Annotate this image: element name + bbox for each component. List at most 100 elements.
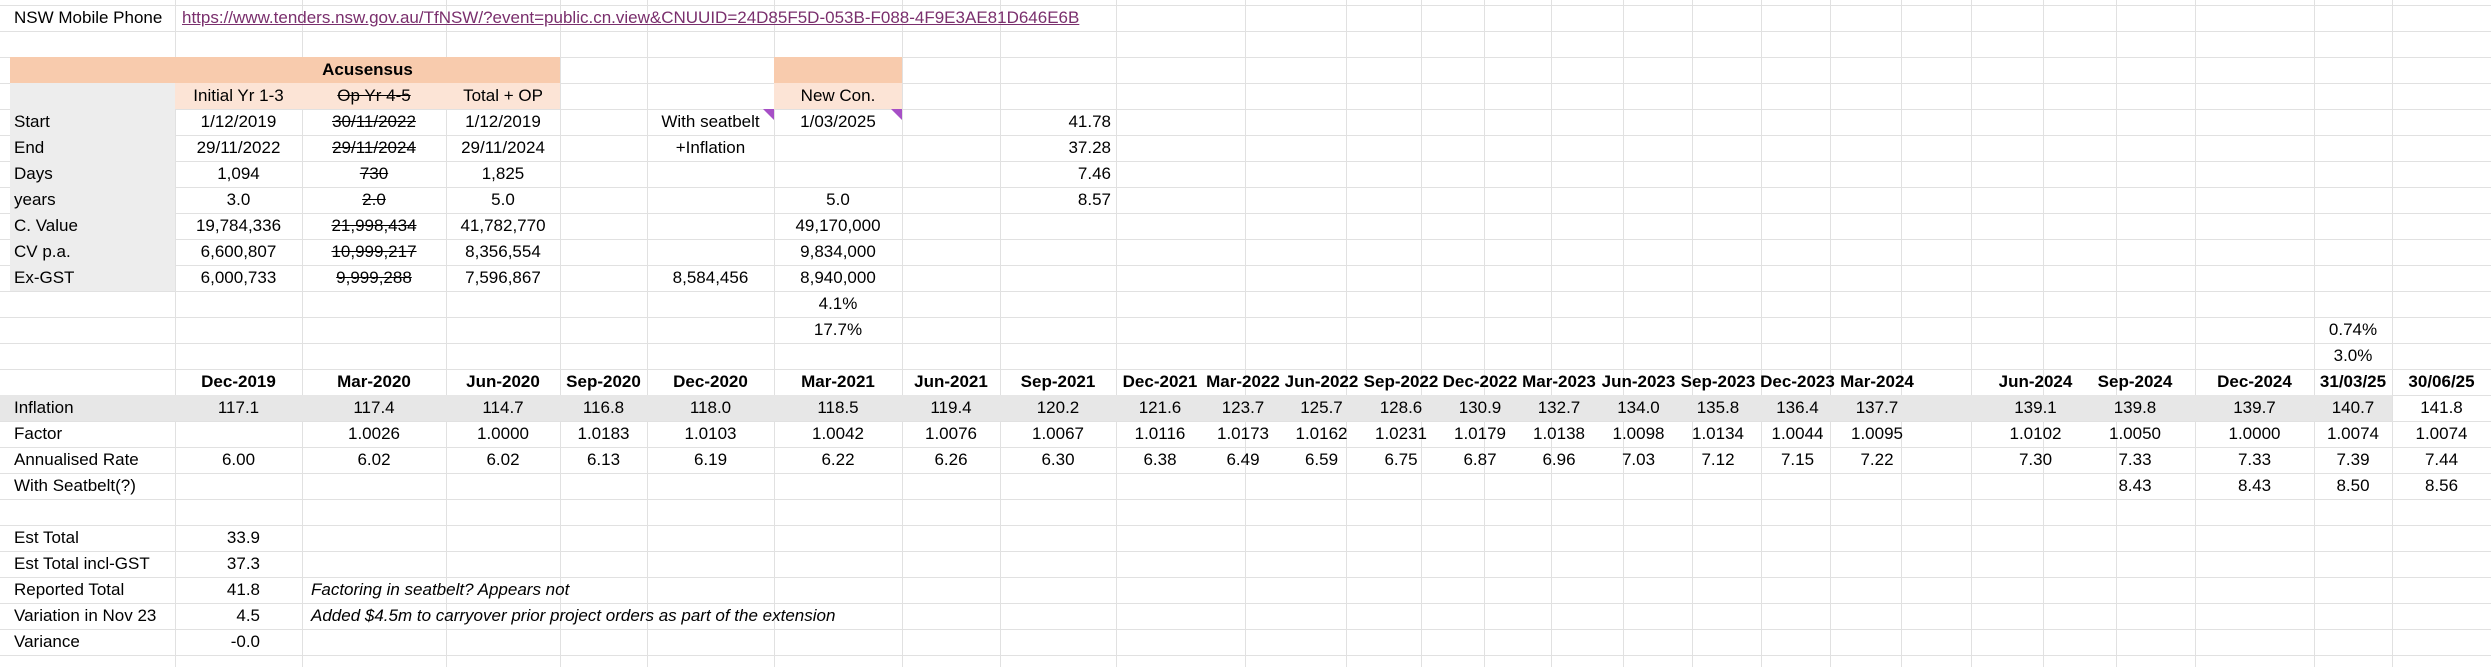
period-header[interactable]: Mar-2024	[1837, 369, 1917, 395]
seatbelt-cell[interactable]	[1116, 473, 1204, 499]
period-header[interactable]: Dec-2019	[175, 369, 302, 395]
period-header[interactable]: Mar-2023	[1519, 369, 1599, 395]
cell-exgst-extra[interactable]	[1000, 265, 1116, 291]
cell-start-new-con[interactable]: 1/03/2025	[774, 109, 902, 135]
row-label-years[interactable]: years	[10, 187, 175, 213]
seatbelt-cell[interactable]: 8.50	[2314, 473, 2392, 499]
summary-value-est-total-gst[interactable]: 37.3	[175, 551, 265, 577]
factor-cell[interactable]: 1.0138	[1519, 421, 1599, 447]
rate-cell[interactable]: 7.44	[2392, 447, 2491, 473]
cell-cvpa-initial[interactable]: 6,600,807	[175, 239, 302, 265]
factor-cell[interactable]: 1.0044	[1758, 421, 1837, 447]
factor-cell[interactable]: 1.0134	[1678, 421, 1758, 447]
inflation-cell[interactable]: 137.7	[1837, 395, 1917, 421]
inflation-cell[interactable]: 116.8	[560, 395, 647, 421]
rate-cell[interactable]: 6.00	[175, 447, 302, 473]
inflation-cell[interactable]: 128.6	[1361, 395, 1441, 421]
cell-days-new-con[interactable]	[774, 161, 902, 187]
inflation-cell[interactable]: 118.0	[647, 395, 774, 421]
factor-cell[interactable]: 1.0000	[446, 421, 560, 447]
inflation-cell[interactable]: 120.2	[1000, 395, 1116, 421]
seatbelt-cell[interactable]	[1519, 473, 1599, 499]
col-header-op[interactable]: Op Yr 4-5	[302, 83, 446, 109]
cell-end-new-con[interactable]	[774, 135, 902, 161]
rate-cell[interactable]: 7.33	[2195, 447, 2314, 473]
period-header[interactable]: Jun-2024	[1996, 369, 2075, 395]
rate-cell[interactable]: 6.02	[446, 447, 560, 473]
cell-cvalue-new-con[interactable]: 49,170,000	[774, 213, 902, 239]
inflation-cell[interactable]: 132.7	[1519, 395, 1599, 421]
factor-cell[interactable]: 1.0074	[2392, 421, 2491, 447]
cell-years-op[interactable]: 2.0	[302, 187, 446, 213]
cell-end-total[interactable]: 29/11/2024	[446, 135, 560, 161]
period-header[interactable]: Sep-2021	[1000, 369, 1116, 395]
cell-start-extra[interactable]: 41.78	[1000, 109, 1116, 135]
summary-label-variation[interactable]: Variation in Nov 23	[10, 603, 175, 629]
seatbelt-cell[interactable]	[1678, 473, 1758, 499]
cell-cvpa-note[interactable]	[647, 239, 774, 265]
seatbelt-cell[interactable]	[175, 473, 302, 499]
seatbelt-cell[interactable]	[647, 473, 774, 499]
inflation-cell[interactable]: 140.7	[2314, 395, 2392, 421]
inflation-cell[interactable]: 130.9	[1441, 395, 1519, 421]
summary-label-est-total[interactable]: Est Total	[10, 525, 175, 551]
cell-end-extra[interactable]: 37.28	[1000, 135, 1116, 161]
rate-cell[interactable]: 7.33	[2075, 447, 2195, 473]
period-header[interactable]: Jun-2023	[1599, 369, 1678, 395]
summary-note-reported-total[interactable]: Factoring in seatbelt? Appears not	[307, 577, 1007, 603]
cell-days-op[interactable]: 730	[302, 161, 446, 187]
cell-years-initial[interactable]: 3.0	[175, 187, 302, 213]
cell-days-initial[interactable]: 1,094	[175, 161, 302, 187]
seatbelt-cell[interactable]	[774, 473, 902, 499]
sheet-title-cell[interactable]: NSW Mobile Phone	[10, 5, 180, 31]
inflation-cell[interactable]: 119.4	[902, 395, 1000, 421]
seatbelt-cell[interactable]: 8.56	[2392, 473, 2491, 499]
factor-cell[interactable]: 1.0102	[1996, 421, 2075, 447]
seatbelt-cell[interactable]	[1837, 473, 1917, 499]
rate-cell[interactable]: 6.02	[302, 447, 446, 473]
factor-cell[interactable]: 1.0042	[774, 421, 902, 447]
rate-cell[interactable]: 6.22	[774, 447, 902, 473]
cell-end-op[interactable]: 29/11/2024	[302, 135, 446, 161]
inflation-cell[interactable]: 121.6	[1116, 395, 1204, 421]
rate-cell[interactable]: 6.30	[1000, 447, 1116, 473]
period-header[interactable]: 31/03/25	[2314, 369, 2392, 395]
factor-cell[interactable]: 1.0173	[1204, 421, 1282, 447]
period-header[interactable]: Sep-2024	[2075, 369, 2195, 395]
seatbelt-cell[interactable]	[1000, 473, 1116, 499]
row-label-inflation[interactable]: Inflation	[10, 395, 175, 421]
period-header[interactable]: Mar-2020	[302, 369, 446, 395]
seatbelt-cell[interactable]	[1441, 473, 1519, 499]
rate-pct-cell-1[interactable]: 0.74%	[2314, 317, 2392, 343]
rate-cell[interactable]: 7.03	[1599, 447, 1678, 473]
seatbelt-cell[interactable]	[1758, 473, 1837, 499]
summary-value-variation[interactable]: 4.5	[175, 603, 265, 629]
seatbelt-cell[interactable]	[446, 473, 560, 499]
rate-cell[interactable]: 7.22	[1837, 447, 1917, 473]
factor-cell[interactable]: 1.0231	[1361, 421, 1441, 447]
factor-cell[interactable]: 1.0162	[1282, 421, 1361, 447]
cell-end-note[interactable]: +Inflation	[647, 135, 774, 161]
cell-cvpa-new-con[interactable]: 9,834,000	[774, 239, 902, 265]
inflation-cell[interactable]: 136.4	[1758, 395, 1837, 421]
factor-cell[interactable]: 1.0103	[647, 421, 774, 447]
rate-cell[interactable]: 6.49	[1204, 447, 1282, 473]
period-header[interactable]: Dec-2021	[1116, 369, 1204, 395]
rate-cell[interactable]: 6.38	[1116, 447, 1204, 473]
inflation-cell[interactable]: 117.1	[175, 395, 302, 421]
inflation-cell[interactable]: 139.1	[1996, 395, 2075, 421]
rate-cell[interactable]: 6.59	[1282, 447, 1361, 473]
period-header[interactable]: Dec-2023	[1758, 369, 1837, 395]
row-label-ex-gst[interactable]: Ex-GST	[10, 265, 175, 291]
factor-cell[interactable]: 1.0050	[2075, 421, 2195, 447]
row-label-end[interactable]: End	[10, 135, 175, 161]
period-header[interactable]: Sep-2022	[1361, 369, 1441, 395]
seatbelt-cell[interactable]	[1282, 473, 1361, 499]
comment-marker-icon[interactable]	[763, 109, 774, 120]
inflation-cell[interactable]: 123.7	[1204, 395, 1282, 421]
period-header[interactable]: Dec-2022	[1441, 369, 1519, 395]
summary-note-variation[interactable]: Added $4.5m to carryover prior project o…	[307, 603, 1207, 629]
seatbelt-cell[interactable]	[1361, 473, 1441, 499]
period-header[interactable]: Mar-2022	[1204, 369, 1282, 395]
period-header[interactable]: Jun-2021	[902, 369, 1000, 395]
